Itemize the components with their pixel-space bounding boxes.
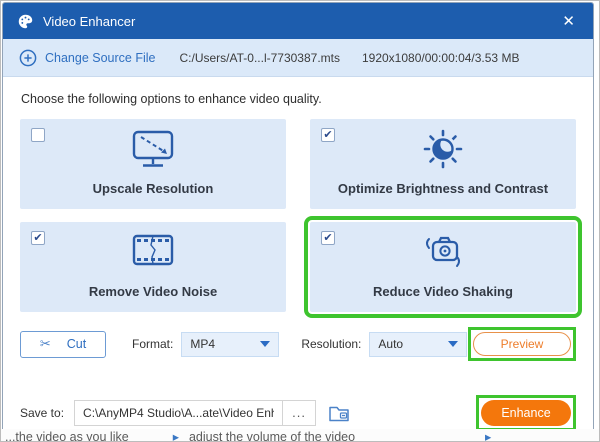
source-file-path: C:/Users/AT-0...l-7730387.mts bbox=[179, 50, 340, 65]
format-value: MP4 bbox=[190, 337, 216, 351]
change-source-file-button[interactable]: Change Source File bbox=[19, 49, 155, 67]
window-title: Video Enhancer bbox=[43, 13, 136, 29]
chevron-down-icon bbox=[260, 341, 271, 347]
option-card-remove-video-noise[interactable]: Remove Video Noise bbox=[20, 222, 286, 312]
enhance-annotation-box: Enhance bbox=[476, 395, 576, 429]
option-label: Reduce Video Shaking bbox=[373, 284, 513, 299]
palette-icon bbox=[17, 13, 34, 30]
option-label: Remove Video Noise bbox=[88, 284, 218, 299]
monitor-upscale-icon bbox=[20, 128, 286, 170]
instruction-text: Choose the following options to enhance … bbox=[21, 92, 322, 106]
source-file-info: 1920x1080/00:00:04/3.53 MB bbox=[361, 50, 520, 65]
cut-button-label: Cut bbox=[66, 337, 87, 351]
resolution-dropdown[interactable]: Auto bbox=[369, 331, 468, 357]
camera-shake-icon bbox=[310, 231, 576, 273]
option-label: Upscale Resolution bbox=[92, 181, 214, 196]
preview-annotation-box: Preview bbox=[468, 327, 576, 361]
open-folder-icon bbox=[329, 406, 349, 422]
footer-row: Save to: ... Enhance bbox=[20, 395, 576, 429]
background-text-left: ...the video as you like bbox=[5, 430, 129, 441]
preview-button[interactable]: Preview bbox=[473, 332, 571, 356]
film-noise-icon bbox=[20, 231, 286, 271]
open-folder-button[interactable] bbox=[328, 404, 350, 422]
format-label: Format: bbox=[132, 337, 174, 351]
options-grid: Upscale Resolution ✔ Optimize Brightness… bbox=[20, 119, 582, 318]
resolution-label: Resolution: bbox=[301, 337, 362, 351]
scissors-icon: ✂ bbox=[39, 336, 51, 351]
chevron-down-icon bbox=[448, 341, 459, 347]
enhance-button[interactable]: Enhance bbox=[481, 400, 571, 426]
option-label: Optimize Brightness and Contrast bbox=[337, 181, 549, 196]
option-card-upscale-resolution[interactable]: Upscale Resolution bbox=[20, 119, 286, 209]
resolution-value: Auto bbox=[378, 337, 404, 351]
change-source-file-label: Change Source File bbox=[45, 50, 156, 65]
background-chevron-icon: ▸ bbox=[172, 430, 179, 441]
background-text-right: adjust the volume of the video bbox=[188, 430, 356, 441]
background-page-strip: ...the video as you like ▸ adjust the vo… bbox=[1, 429, 599, 441]
option-card-reduce-video-shaking[interactable]: Reduce Video Shaking bbox=[304, 216, 582, 318]
save-to-label: Save to: bbox=[20, 406, 65, 420]
background-chevron-icon: ▸ bbox=[485, 430, 492, 441]
browse-button[interactable]: ... bbox=[282, 400, 317, 426]
plus-circle-icon bbox=[19, 49, 37, 66]
close-icon[interactable]: ✕ bbox=[558, 10, 579, 32]
option-card-optimize-brightness[interactable]: Optimize Brightness and Contrast bbox=[310, 119, 576, 209]
toolbar-row: ✂ Cut Format: MP4 Resolution: Auto Previ… bbox=[20, 327, 576, 361]
screenshot-root: Video Enhancer ✕ Change Source File C:/U… bbox=[0, 0, 600, 442]
title-bar: Video Enhancer ✕ bbox=[3, 3, 593, 39]
save-path-input[interactable] bbox=[74, 400, 283, 426]
source-bar: Change Source File C:/Users/AT-0...l-773… bbox=[3, 39, 593, 77]
format-dropdown[interactable]: MP4 bbox=[181, 331, 280, 357]
cut-button[interactable]: ✂ Cut bbox=[20, 330, 106, 358]
video-enhancer-dialog: Video Enhancer ✕ Change Source File C:/U… bbox=[2, 2, 594, 430]
brightness-sun-icon bbox=[310, 128, 576, 170]
